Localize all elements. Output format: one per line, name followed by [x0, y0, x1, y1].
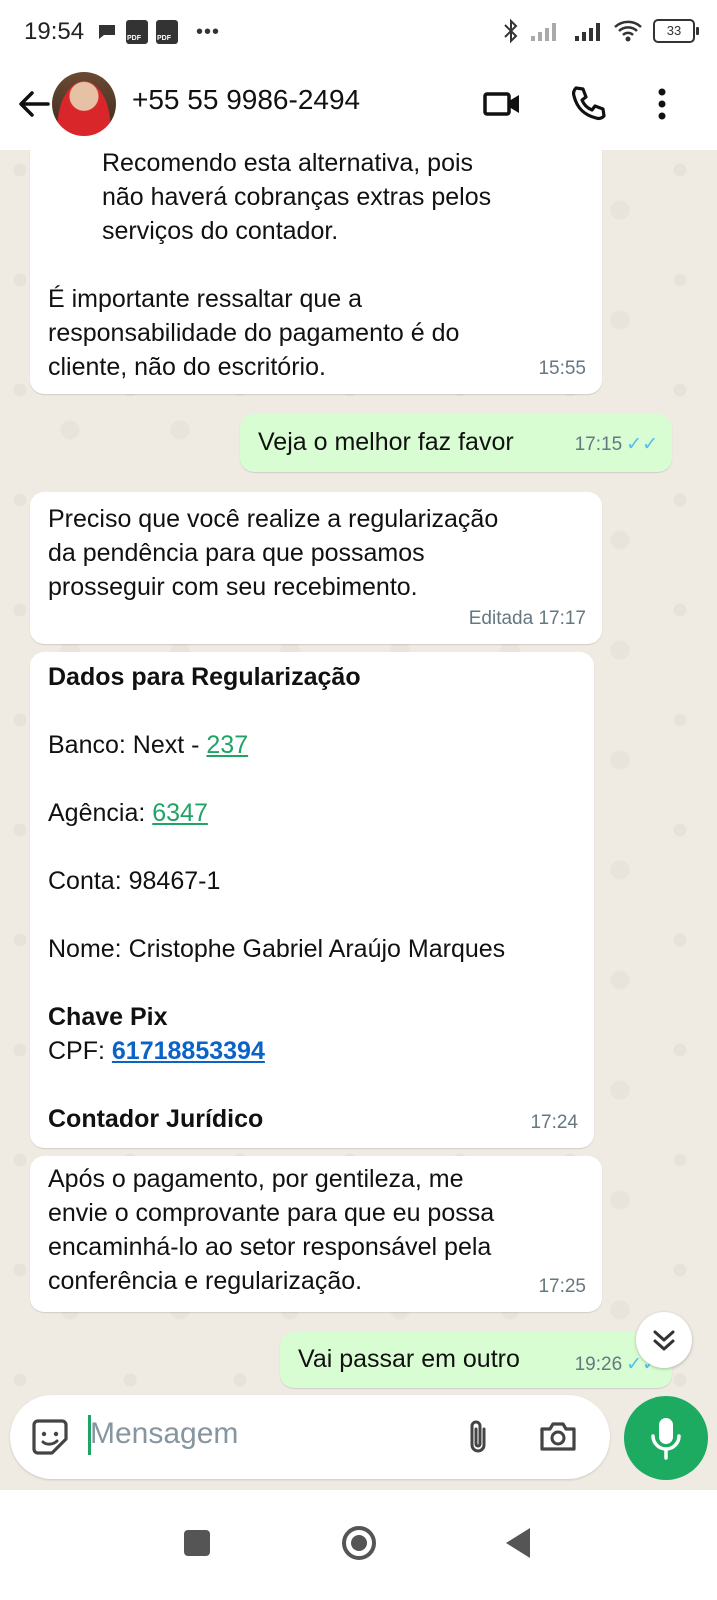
message-time: 17:15 [574, 434, 623, 455]
avatar[interactable] [52, 72, 116, 136]
message-text: conferência e regularização. [48, 1267, 363, 1295]
home-icon[interactable] [334, 1518, 384, 1568]
nav-back-icon[interactable] [494, 1518, 544, 1568]
account-text: Conta: 98467-1 [48, 867, 221, 895]
back-arrow-icon[interactable] [14, 84, 54, 124]
message-time: Editada 17:17 [468, 608, 586, 629]
message-time: 15:55 [538, 358, 586, 379]
outgoing-message[interactable]: Vai passar em outro 19:26 ✓✓ [280, 1332, 672, 1388]
message-text: É importante ressaltar que a [48, 285, 363, 313]
paperclip-icon[interactable] [456, 1415, 500, 1459]
message-text: responsabilidade do pagamento é do [48, 319, 460, 347]
scroll-to-bottom-button[interactable] [636, 1312, 692, 1368]
chat-notification-icon [99, 25, 115, 39]
bluetooth-icon [504, 18, 518, 44]
system-icons: 33 [503, 18, 699, 44]
double-chevron-down-icon [653, 1330, 675, 1351]
message-text: prosseguir com seu recebimento. [48, 573, 418, 601]
message-text: Recomendo esta alternativa, pois [102, 150, 474, 177]
read-receipt-icon: ✓✓ [626, 434, 658, 455]
more-options-icon[interactable] [640, 82, 684, 126]
incoming-message[interactable]: Preciso que você realize a regularização… [30, 492, 602, 644]
message-time: 19:26 [574, 1354, 623, 1375]
message-time: 17:25 [538, 1276, 586, 1297]
cpf-phone-link[interactable]: 61718853394 [112, 1037, 265, 1065]
wifi-icon [614, 20, 642, 42]
signal-icon [531, 23, 556, 41]
more-notifications-icon: ••• [196, 20, 221, 43]
message-title: Dados para Regularização [48, 663, 361, 691]
recent-apps-icon[interactable] [172, 1518, 222, 1568]
agency-label: Agência: [48, 799, 153, 827]
agency-code-link[interactable]: 6347 [152, 799, 208, 827]
camera-icon[interactable] [536, 1415, 580, 1459]
cpf-label: CPF: [48, 1037, 112, 1065]
notification-icons: ••• [96, 20, 220, 44]
message-text: não haverá cobranças extras pelos [102, 183, 492, 211]
sticker-emoji-icon[interactable] [28, 1415, 72, 1459]
message-text: Veja o melhor faz favor [258, 428, 514, 456]
incoming-message[interactable]: Após o pagamento, por gentileza, me envi… [30, 1156, 602, 1312]
message-input[interactable]: Mensagem [90, 1417, 238, 1451]
message-time: 17:24 [530, 1112, 578, 1133]
message-text: encaminhá-lo ao setor responsável pela [48, 1233, 492, 1261]
message-text: Após o pagamento, por gentileza, me [48, 1165, 464, 1193]
message-text: da pendência para que possamos [48, 539, 425, 567]
status-time: 19:54 [24, 18, 85, 45]
contact-name[interactable]: +55 55 9986-2494 [132, 84, 360, 116]
status-bar: 19:54 ••• 33 [0, 0, 717, 64]
message-footer: Contador Jurídico [48, 1105, 264, 1133]
video-call-icon[interactable] [480, 82, 524, 126]
bank-label: Banco: Next - [48, 731, 207, 759]
microphone-icon [651, 1418, 681, 1460]
message-text: envie o comprovante para que eu possa [48, 1199, 495, 1227]
android-nav-bar [0, 1490, 717, 1600]
battery-icon: 33 [653, 19, 699, 43]
bank-code-link[interactable]: 237 [206, 731, 248, 759]
incoming-message[interactable]: Dados para Regularização Banco: Next - 2… [30, 652, 594, 1148]
pdf-notification-icon [126, 20, 148, 44]
name-text: Nome: Cristophe Gabriel Araújo Marques [48, 935, 506, 963]
voice-call-icon[interactable] [566, 82, 610, 126]
chat-area[interactable]: Recomendo esta alternativa, pois não hav… [0, 150, 717, 1395]
message-text: serviços do contador. [102, 217, 339, 245]
message-text: cliente, não do escritório. [48, 353, 326, 381]
voice-record-button[interactable] [624, 1396, 708, 1480]
message-meta: 17:15 ✓✓ [575, 428, 658, 462]
outgoing-message[interactable]: Veja o melhor faz favor 17:15 ✓✓ [240, 414, 672, 472]
message-text: Vai passar em outro [298, 1345, 520, 1373]
pix-title: Chave Pix [48, 1003, 168, 1031]
signal-icon-2 [575, 23, 600, 41]
message-text: Preciso que você realize a regularização [48, 505, 499, 533]
pdf-notification-icon-2 [156, 20, 178, 44]
incoming-message[interactable]: Recomendo esta alternativa, pois não hav… [30, 150, 602, 394]
chat-header: +55 55 9986-2494 [0, 64, 717, 150]
message-composer: Mensagem [10, 1395, 610, 1479]
